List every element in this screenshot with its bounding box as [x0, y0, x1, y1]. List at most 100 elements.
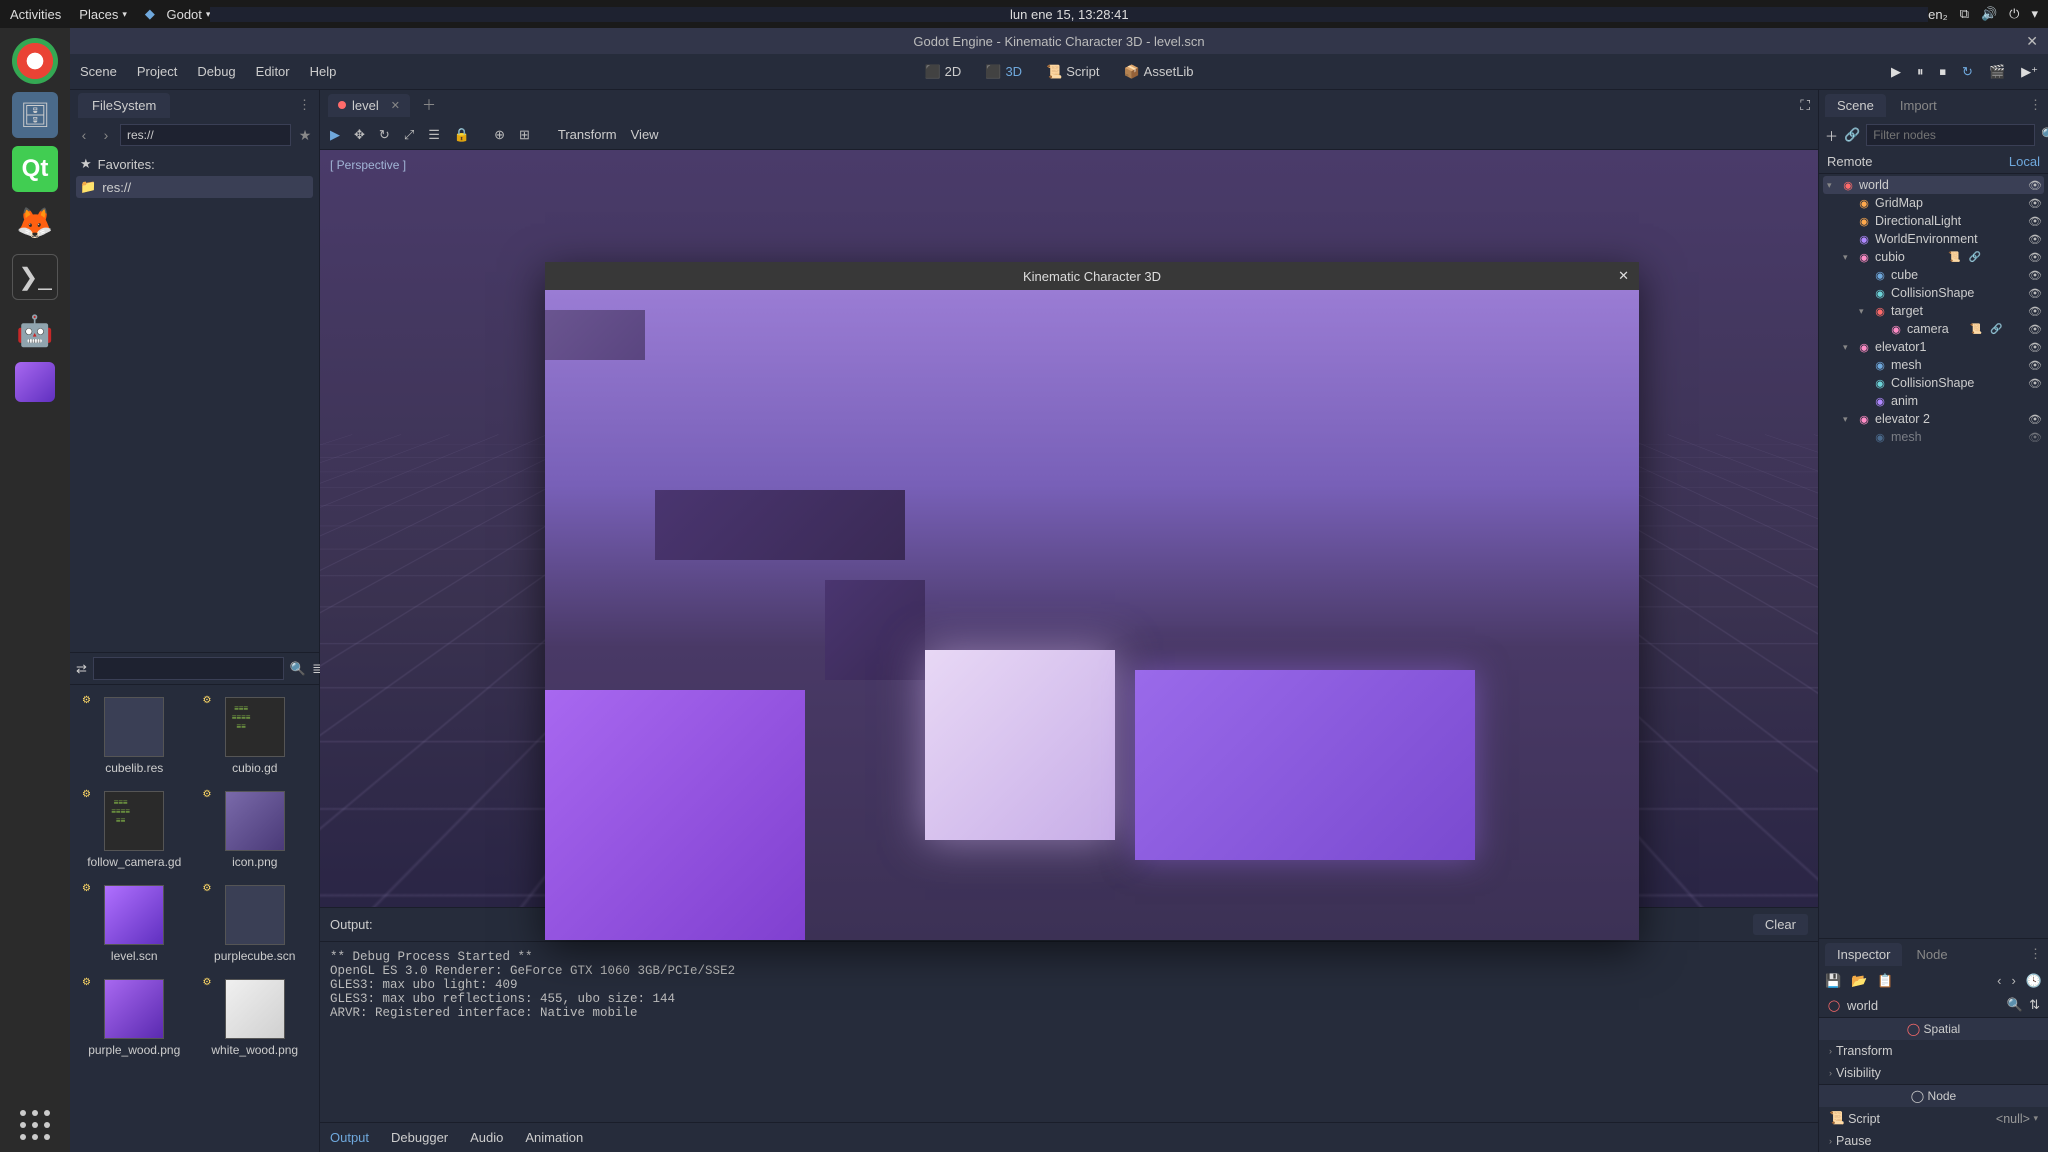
path-input[interactable]	[120, 124, 291, 146]
file-item[interactable]: ⚙white_wood.png	[195, 975, 316, 1061]
menu-scene[interactable]: Scene	[80, 64, 117, 79]
scene-tree-node[interactable]: ▾◉elevator1👁	[1823, 338, 2044, 356]
stop-button[interactable]: ⏹	[1940, 64, 1947, 80]
insp-save-icon[interactable]: 💾	[1825, 973, 1841, 989]
gnome-app-menu[interactable]: ◆ Godot	[145, 6, 211, 22]
file-item[interactable]: ⚙cubio.gd	[195, 693, 316, 779]
scene-tree-node[interactable]: ▾◉elevator 2👁	[1823, 410, 2044, 428]
filesystem-tab[interactable]: FileSystem	[78, 93, 170, 118]
visibility-icon[interactable]: 👁	[2028, 359, 2042, 372]
insp-back-icon[interactable]: ‹	[1997, 973, 2001, 989]
file-item[interactable]: ⚙follow_camera.gd	[74, 787, 195, 873]
insp-script-row[interactable]: 📜 Script<null> ▾	[1819, 1107, 2048, 1130]
switch-3d[interactable]: ⬛ 3D	[979, 61, 1028, 83]
grid-tool-icon[interactable]: ⊞	[519, 127, 530, 143]
visibility-icon[interactable]: 👁	[2028, 305, 2042, 318]
volume-icon[interactable]: 🔊	[1981, 6, 1997, 22]
scene-tree-node[interactable]: ◉cube👁	[1823, 266, 2044, 284]
select-tool-icon[interactable]: ▶	[330, 127, 340, 143]
dock-files-icon[interactable]: 🗄	[12, 92, 58, 138]
insp-forward-icon[interactable]: ›	[2011, 973, 2015, 989]
switch-2d[interactable]: ⬛ 2D	[918, 61, 967, 83]
expand-icon[interactable]: ▾	[1859, 306, 1869, 317]
node-tab[interactable]: Node	[1904, 943, 1959, 966]
scene-tree-node[interactable]: ◉CollisionShape👁	[1823, 374, 2044, 392]
import-panel-tab[interactable]: Import	[1888, 94, 1949, 117]
play-scene-button[interactable]: 🎬	[1989, 64, 2005, 80]
menu-editor[interactable]: Editor	[256, 64, 290, 79]
file-item[interactable]: ⚙purple_wood.png	[74, 975, 195, 1061]
game-viewport[interactable]	[545, 290, 1639, 940]
insp-pause-row[interactable]: ›Pause	[1819, 1130, 2048, 1152]
expand-icon[interactable]: ▾	[1843, 342, 1853, 353]
favorite-icon[interactable]: ★	[297, 127, 313, 144]
move-tool-icon[interactable]: ✥	[354, 127, 365, 143]
file-search-input[interactable]	[93, 657, 284, 680]
dock-terminal-icon[interactable]: ❯_	[12, 254, 58, 300]
tab-add-icon[interactable]: ＋	[422, 95, 436, 115]
gnome-lang-indicator[interactable]: en₂	[1928, 7, 1948, 22]
snap-tool-icon[interactable]: ⊕	[494, 127, 505, 143]
scene-tree-node[interactable]: ◉mesh👁	[1823, 356, 2044, 374]
visibility-icon[interactable]: 👁	[2028, 269, 2042, 282]
power-icon[interactable]: ⏻	[2009, 6, 2019, 22]
pause-button[interactable]: ⏸	[1917, 64, 1924, 80]
favorites-item[interactable]: ★Favorites:	[76, 153, 313, 175]
scene-tree-node[interactable]: ▾◉cubio📜🔗👁	[1823, 248, 2044, 266]
wifi-icon[interactable]: ⧉	[1960, 6, 1969, 22]
scene-tree-node[interactable]: ◉CollisionShape👁	[1823, 284, 2044, 302]
bottom-tab-debugger[interactable]: Debugger	[391, 1130, 448, 1145]
menu-debug[interactable]: Debug	[197, 64, 235, 79]
file-item[interactable]: ⚙purplecube.scn	[195, 881, 316, 967]
file-tree-mode-icon[interactable]: ⇄	[76, 661, 87, 677]
visibility-icon[interactable]: 👁	[2028, 251, 2042, 264]
file-item[interactable]: ⚙level.scn	[74, 881, 195, 967]
chevron-down-icon[interactable]: ▾	[2033, 1113, 2038, 1124]
switch-assetlib[interactable]: 📦 AssetLib	[1117, 61, 1199, 83]
transform-menu[interactable]: Transform	[558, 127, 617, 142]
scene-panel-menu-icon[interactable]: ⋮	[2029, 97, 2042, 113]
game-close-icon[interactable]: ✕	[1618, 268, 1629, 284]
scene-tree-node[interactable]: ◉GridMap👁	[1823, 194, 2044, 212]
visibility-icon[interactable]: 👁	[2028, 215, 2042, 228]
dock-apps-button[interactable]	[20, 1110, 50, 1140]
res-root-item[interactable]: 📁res://	[76, 176, 313, 198]
reload-button[interactable]: ↻	[1962, 64, 1973, 80]
list-tool-icon[interactable]: ☰	[428, 127, 440, 143]
play-custom-button[interactable]: ▶⁺	[2021, 64, 2038, 80]
activities-button[interactable]: Activities	[10, 7, 61, 22]
bottom-tab-animation[interactable]: Animation	[525, 1130, 583, 1145]
instance-indicator-icon[interactable]: 🔗	[1968, 252, 1980, 263]
dock-running-thumb[interactable]	[15, 362, 55, 402]
rotate-tool-icon[interactable]: ↻	[379, 127, 390, 143]
scene-tree-node[interactable]: ◉camera📜🔗👁	[1823, 320, 2044, 338]
play-button[interactable]: ▶	[1891, 64, 1901, 80]
link-node-icon[interactable]: 🔗	[1844, 127, 1860, 143]
scene-tree-node[interactable]: ▾◉target👁	[1823, 302, 2044, 320]
visibility-icon[interactable]: 👁	[2028, 377, 2042, 390]
file-item[interactable]: ⚙icon.png	[195, 787, 316, 873]
instance-indicator-icon[interactable]: 🔗	[1990, 324, 2002, 335]
inspector-tab[interactable]: Inspector	[1825, 943, 1902, 966]
local-tab[interactable]: Local	[2009, 154, 2040, 169]
scene-tree-node[interactable]: ◉anim	[1823, 392, 2044, 410]
gnome-menu-arrow[interactable]: ▾	[2031, 6, 2038, 22]
visibility-icon[interactable]: 👁	[2028, 233, 2042, 246]
scene-tab-level[interactable]: level ✕	[328, 94, 410, 117]
lock-tool-icon[interactable]: 🔒	[454, 127, 470, 143]
script-indicator-icon[interactable]: 📜	[1970, 324, 1982, 335]
dock-chrome-icon[interactable]	[12, 38, 58, 84]
scale-tool-icon[interactable]: ⤢	[404, 127, 414, 143]
insp-open-icon[interactable]: 📂	[1851, 973, 1867, 989]
visibility-icon[interactable]: 👁	[2028, 287, 2042, 300]
add-node-icon[interactable]: ＋	[1825, 126, 1838, 145]
insp-visibility-row[interactable]: ›Visibility	[1819, 1062, 2048, 1084]
remote-tab[interactable]: Remote	[1827, 154, 1873, 169]
script-indicator-icon[interactable]: 📜	[1948, 252, 1960, 263]
clear-button[interactable]: Clear	[1753, 914, 1808, 935]
tab-close-icon[interactable]: ✕	[391, 99, 400, 112]
visibility-icon[interactable]: 👁	[2028, 341, 2042, 354]
nav-forward-icon[interactable]: ›	[98, 127, 114, 143]
scene-tree-node[interactable]: ◉DirectionalLight👁	[1823, 212, 2044, 230]
bottom-tab-audio[interactable]: Audio	[470, 1130, 503, 1145]
